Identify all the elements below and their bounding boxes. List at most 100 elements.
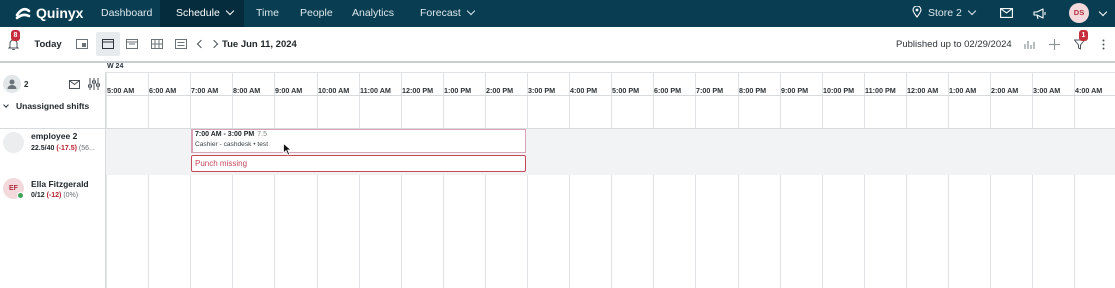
grid-column-line [611, 96, 612, 288]
location-pin-icon [912, 5, 922, 18]
filter-badge: 1 [1079, 30, 1088, 41]
hour-label: 8:00 PM [739, 86, 767, 95]
hour-label: 7:00 PM [696, 86, 724, 95]
nav-people[interactable]: People [300, 0, 333, 27]
notifications-badge: 8 [11, 30, 20, 41]
nav-analytics[interactable]: Analytics [352, 0, 394, 27]
employee-name: Ella Fitzgerald [31, 179, 89, 189]
hour-label: 6:00 AM [149, 86, 177, 95]
grid-column-line [653, 96, 654, 288]
chevron-down-icon [967, 6, 977, 16]
hours-percent: (56... [78, 145, 95, 152]
grid-column-line [485, 96, 486, 288]
settings-sliders-icon[interactable] [88, 78, 100, 90]
mail-icon[interactable] [1000, 8, 1013, 18]
quinyx-logo[interactable]: Quinyx [14, 4, 83, 22]
grid-column-line [948, 96, 949, 288]
employee-count: 2 [24, 80, 29, 89]
hour-label: 7:00 AM [191, 86, 219, 95]
hour-label: 1:00 AM [949, 86, 977, 95]
hour-label: 2:00 AM [991, 86, 1019, 95]
hour-tick [1032, 72, 1033, 96]
chevron-down-icon [466, 6, 476, 16]
grid-column-line [359, 96, 360, 288]
grid-column-line [106, 96, 107, 288]
online-status-icon [17, 192, 24, 199]
grid-column-line [738, 96, 739, 288]
unassigned-shifts-row[interactable]: Unassigned shifts [0, 96, 106, 128]
mail-icon[interactable] [69, 80, 80, 89]
more-options-button[interactable] [1097, 33, 1109, 55]
hour-tick [738, 72, 739, 96]
timeline-header: W 24 5:00 AM 6:00 AM 7:00 AM 8:00 AM 9:00 AM… [0, 61, 1115, 96]
chevron-left-icon [196, 39, 206, 49]
week-view-icon [126, 39, 138, 49]
next-day-button[interactable] [209, 33, 219, 55]
header-separator [0, 61, 1115, 63]
nav-schedule-label: Schedule [176, 7, 220, 19]
nav-forecast-label: Forecast [420, 7, 461, 19]
hour-tick [569, 72, 570, 96]
hour-tick [864, 72, 865, 96]
nav-analytics-label: Analytics [352, 7, 395, 19]
employee-name: employee 2 [31, 131, 78, 141]
hour-tick [485, 72, 486, 96]
shift-card[interactable]: 7:00 AM - 3:00 PM 7.5 Cashier - cashdesk … [191, 129, 526, 153]
mouse-cursor-icon [283, 143, 292, 156]
sidebar-filler [0, 205, 106, 288]
hours-value: 0/12 [31, 192, 45, 199]
hour-tick [653, 72, 654, 96]
chevron-right-icon [209, 39, 219, 49]
grid-column-line [443, 96, 444, 288]
add-button[interactable] [1046, 33, 1062, 55]
month-view-button[interactable] [149, 33, 165, 55]
logo-text: Quinyx [36, 5, 84, 21]
person-icon [7, 79, 17, 89]
timeline-view-button[interactable] [173, 33, 189, 55]
people-count-avatar [3, 75, 21, 93]
hour-label: 1:00 PM [444, 86, 472, 95]
punch-missing-alert[interactable]: Punch missing [191, 155, 526, 172]
employee-row[interactable]: EF Ella Fitzgerald 0/12 (-12) (0%) [0, 175, 106, 205]
hour-tick [527, 72, 528, 96]
prev-day-button[interactable] [196, 33, 206, 55]
hour-label: 5:00 AM [107, 86, 135, 95]
hour-label: 9:00 PM [781, 86, 809, 95]
chevron-down-icon[interactable] [1098, 7, 1108, 17]
quinyx-logo-icon [15, 7, 31, 20]
employee-hours: 22.5/40 (-17.5) (56... [31, 145, 95, 152]
week-number: W 24 [107, 63, 124, 70]
calendar-icon [151, 39, 163, 49]
hour-label: 3:00 PM [528, 86, 556, 95]
view-toggle-button[interactable] [74, 33, 90, 55]
nav-forecast[interactable]: Forecast [420, 0, 476, 27]
day-view-icon [102, 39, 114, 49]
sidebar-header: 2 [0, 72, 106, 96]
grid-column-line [780, 96, 781, 288]
chevron-down-icon[interactable] [3, 102, 9, 108]
user-avatar[interactable]: DS [1069, 3, 1089, 23]
grid-column-line [569, 96, 570, 288]
today-button[interactable]: Today [28, 33, 68, 55]
store-selector[interactable]: Store 2 [912, 0, 977, 27]
hour-tick [148, 72, 149, 96]
schedule-grid: Unassigned shifts employee 2 22.5/40 (-1… [0, 96, 1115, 288]
nav-dashboard[interactable]: Dashboard [101, 0, 152, 27]
hour-label: 6:00 PM [654, 86, 682, 95]
plus-icon [1048, 38, 1060, 50]
hours-percent: (0%) [63, 192, 79, 199]
employee-row[interactable]: employee 2 22.5/40 (-17.5) (56... [0, 129, 106, 175]
megaphone-icon[interactable] [1033, 7, 1047, 20]
shift-details: Cashier - cashdesk • test [195, 141, 269, 148]
grid-column-line [1074, 96, 1075, 288]
week-view-button[interactable] [124, 33, 140, 55]
grid-view-icon [76, 39, 88, 49]
hour-tick [695, 72, 696, 96]
grid-column-line [148, 96, 149, 288]
grid-column-line [864, 96, 865, 288]
statistics-button[interactable] [1022, 33, 1038, 55]
day-view-button[interactable] [96, 32, 120, 56]
nav-schedule[interactable]: Schedule [160, 0, 244, 27]
current-date[interactable]: Tue Jun 11, 2024 [222, 33, 297, 55]
nav-time[interactable]: Time [256, 0, 279, 27]
